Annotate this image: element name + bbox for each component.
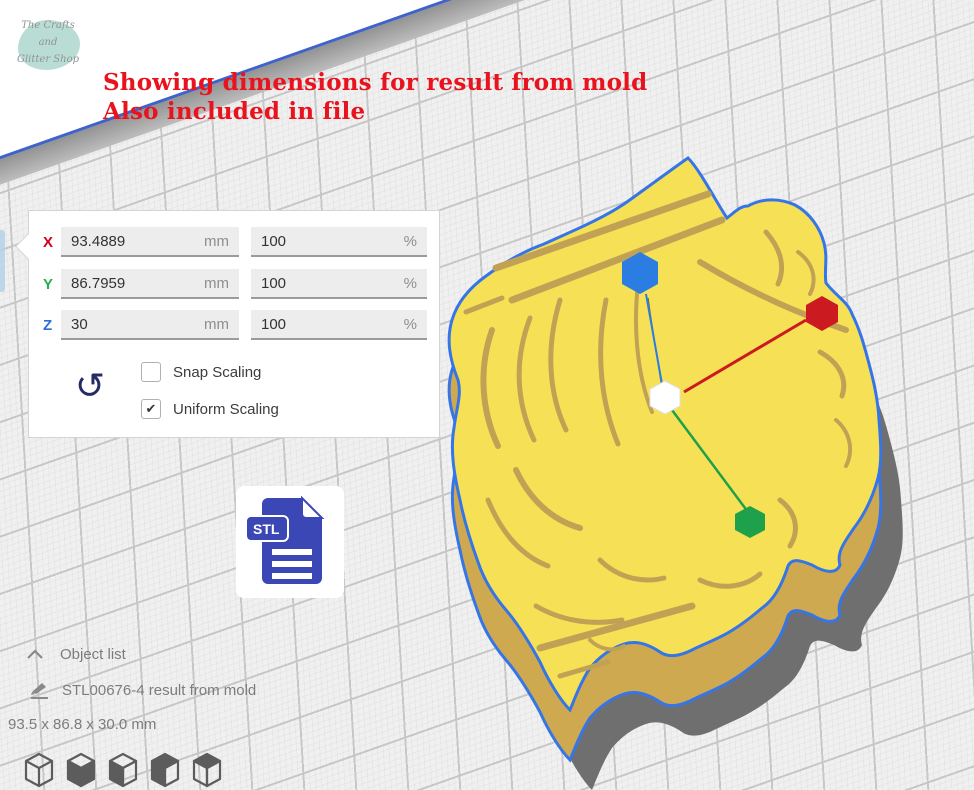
z-size-value: 30: [71, 316, 88, 333]
x-size-value: 93.4889: [71, 233, 125, 250]
y-axis-label: Y: [43, 276, 61, 293]
stl-file-badge: STL: [236, 486, 344, 598]
edit-pencil-icon[interactable]: [28, 680, 50, 700]
logo-line3: Glitter Shop: [8, 51, 88, 68]
y-size-input[interactable]: 86.7959 mm: [61, 269, 239, 299]
x-size-unit: mm: [204, 233, 229, 250]
annotation-line1: Showing dimensions for result from mold: [103, 68, 647, 97]
x-axis-label: X: [43, 234, 61, 251]
logo-line2: and: [8, 34, 88, 51]
annotation-line2: Also included in file: [103, 97, 647, 126]
collapse-chevron-icon[interactable]: [26, 648, 44, 661]
z-size-unit: mm: [204, 316, 229, 333]
uniform-scaling-checkbox[interactable]: ✔: [141, 399, 161, 419]
object-list-title[interactable]: Object list: [60, 646, 126, 663]
stl-file-icon: STL: [244, 494, 336, 590]
scale-tool-panel: X 93.4889 mm 100 % Y 86.7959 mm 100 % Z: [28, 210, 440, 438]
reset-scale-icon[interactable]: ↺: [75, 369, 105, 405]
x-percent-value: 100: [261, 233, 286, 250]
z-percent-unit: %: [404, 316, 417, 333]
annotation-heading: Showing dimensions for result from mold …: [103, 68, 647, 126]
x-percent-unit: %: [404, 233, 417, 250]
view-3d-button[interactable]: [24, 752, 54, 788]
z-axis-label: Z: [43, 317, 61, 334]
view-right-button[interactable]: [192, 752, 222, 788]
y-size-unit: mm: [204, 275, 229, 292]
uniform-scaling-label: Uniform Scaling: [173, 401, 279, 418]
z-percent-input[interactable]: 100 %: [251, 310, 427, 340]
app-viewport: The Crafts and Glitter Shop Showing dime…: [0, 0, 974, 790]
view-toolbar: [24, 752, 222, 788]
shop-logo: The Crafts and Glitter Shop: [8, 8, 88, 82]
y-percent-input[interactable]: 100 %: [251, 269, 427, 299]
object-list-item[interactable]: STL00676-4 result from mold: [62, 682, 256, 699]
x-percent-input[interactable]: 100 %: [251, 227, 427, 257]
x-size-input[interactable]: 93.4889 mm: [61, 227, 239, 257]
svg-text:STL: STL: [253, 521, 280, 537]
z-size-input[interactable]: 30 mm: [61, 310, 239, 340]
view-left-button[interactable]: [150, 752, 180, 788]
logo-text: The Crafts and Glitter Shop: [8, 17, 88, 68]
z-percent-value: 100: [261, 316, 286, 333]
y-percent-value: 100: [261, 275, 286, 292]
logo-line1: The Crafts: [8, 17, 88, 34]
y-percent-unit: %: [404, 275, 417, 292]
view-front-button[interactable]: [66, 752, 96, 788]
snap-scaling-checkbox[interactable]: [141, 362, 161, 382]
y-size-value: 86.7959: [71, 275, 125, 292]
object-dimensions: 93.5 x 86.8 x 30.0 mm: [8, 716, 156, 733]
checkmark-icon: ✔: [146, 401, 157, 417]
view-top-button[interactable]: [108, 752, 138, 788]
snap-scaling-label: Snap Scaling: [173, 364, 261, 381]
